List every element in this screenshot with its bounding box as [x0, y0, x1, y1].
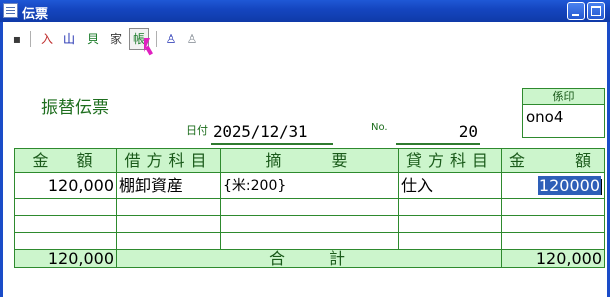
toolbar-separator — [30, 31, 31, 47]
toolbar-separator — [156, 31, 157, 47]
window-title: 伝票 — [22, 7, 49, 22]
credit-amount-cell-editing[interactable]: 120000 — [502, 173, 604, 199]
debit-amount-cell[interactable] — [15, 216, 117, 233]
debit-total: 120,000 — [15, 250, 117, 267]
header-credit-account: 貸方科目 — [399, 149, 502, 173]
approval-stamp-box: 係印 ono4 — [522, 88, 605, 138]
user-disabled-icon: ♙ — [186, 32, 198, 46]
voucher-title: 振替伝票 — [41, 98, 109, 118]
total-label: 合 計 — [117, 250, 502, 267]
date-field[interactable]: 2025/12/31 — [213, 122, 308, 141]
description-cell[interactable] — [221, 199, 399, 216]
title-bar[interactable]: 伝票 — [0, 0, 610, 22]
debit-account-cell[interactable] — [117, 233, 221, 250]
header-credit-amount: 金 額 — [502, 149, 604, 173]
header-description: 摘 要 — [221, 149, 399, 173]
header-debit-amount: 金 額 — [15, 149, 117, 173]
credit-total: 120,000 — [502, 250, 604, 267]
debit-amount-cell[interactable] — [15, 199, 117, 216]
selected-text: 120000 — [537, 176, 601, 195]
date-underline — [211, 143, 333, 145]
credit-amount-cell[interactable] — [502, 233, 604, 250]
window-frame-left — [0, 22, 3, 297]
maximize-button[interactable] — [587, 2, 605, 20]
user-icon[interactable]: ♙ — [162, 29, 180, 49]
number-label: No. — [371, 122, 388, 133]
description-cell[interactable]: {米:200} — [221, 173, 399, 199]
credit-account-cell[interactable]: 仕入 — [399, 173, 502, 199]
description-cell[interactable] — [221, 216, 399, 233]
header-debit-account: 借方科目 — [117, 149, 221, 173]
app-icon[interactable] — [3, 3, 18, 18]
entry-icon[interactable]: ⼊ — [38, 29, 56, 49]
debit-amount-cell[interactable]: 120,000 — [15, 173, 117, 199]
credit-account-cell[interactable] — [399, 199, 502, 216]
credit-amount-cell[interactable] — [502, 216, 604, 233]
journal-grid: 金 額 借方科目 摘 要 貸方科目 金 額 120,000 棚卸資産 {米:20… — [14, 148, 605, 268]
debit-amount-cell[interactable] — [15, 233, 117, 250]
credit-account-cell[interactable] — [399, 216, 502, 233]
debit-account-cell[interactable] — [117, 216, 221, 233]
new-sheet-icon[interactable]: ▪ — [8, 29, 26, 49]
debit-account-cell[interactable] — [117, 199, 221, 216]
description-cell[interactable] — [221, 233, 399, 250]
credit-account-cell[interactable] — [399, 233, 502, 250]
voucher-number-field[interactable]: 20 — [400, 122, 478, 141]
date-label: 日付 — [186, 124, 208, 137]
stamp-label: 係印 — [523, 89, 604, 105]
credit-amount-cell[interactable] — [502, 199, 604, 216]
text-caret — [601, 178, 602, 195]
debit-account-cell[interactable]: 棚卸資産 — [117, 173, 221, 199]
house-icon[interactable]: 家 — [107, 29, 125, 49]
minimize-button[interactable] — [567, 2, 585, 20]
mountain-icon[interactable]: ⼭ — [60, 29, 78, 49]
number-underline — [396, 143, 480, 145]
shell-icon[interactable]: ⾙ — [84, 29, 102, 49]
stamp-value-field[interactable]: ono4 — [526, 108, 563, 126]
